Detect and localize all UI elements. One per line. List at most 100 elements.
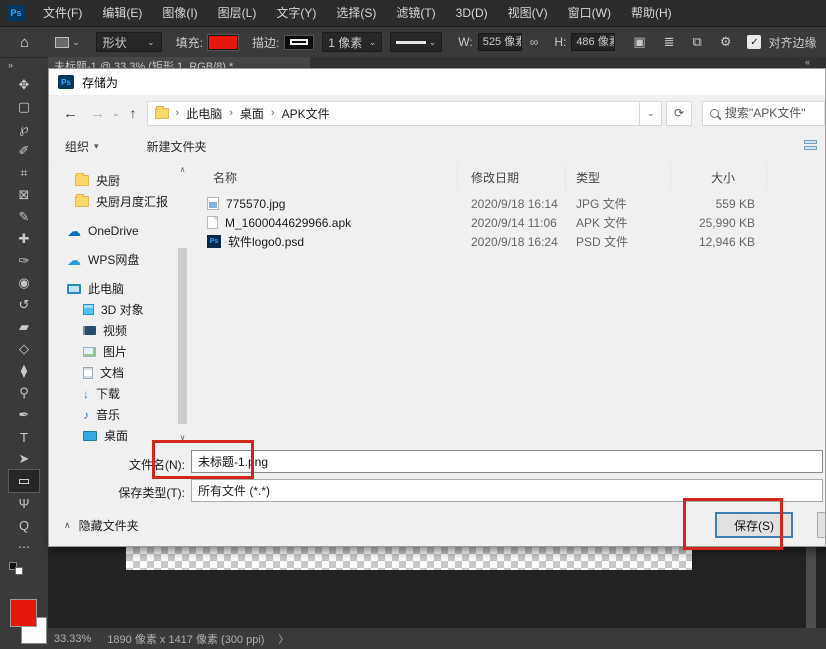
view-mode-icon[interactable]: [804, 140, 817, 152]
breadcrumb-desktop[interactable]: 桌面: [240, 105, 264, 122]
sidebar-item-yangchu[interactable]: 央厨: [49, 170, 177, 191]
cancel-button[interactable]: [817, 512, 826, 538]
status-expand-icon[interactable]: 〉: [278, 631, 288, 646]
menu-file[interactable]: 文件(F): [33, 0, 92, 27]
brush-tool[interactable]: ✑: [9, 250, 39, 272]
file-row[interactable]: 775570.jpg 2020/9/18 16:14 JPG 文件 559 KB: [188, 194, 825, 213]
document-tab[interactable]: 未标题-1 @ 33.3% (矩形 1, RGB/8) *: [48, 57, 310, 68]
stroke-width-input[interactable]: 1 像素 ⌄: [322, 32, 382, 52]
move-tool[interactable]: ✥: [9, 74, 39, 96]
menu-help[interactable]: 帮助(H): [621, 0, 682, 27]
default-background-icon: [15, 567, 23, 575]
filename-input[interactable]: [191, 450, 823, 473]
path-arrangement-icon[interactable]: ⧉: [693, 34, 702, 50]
menu-image[interactable]: 图像(I): [152, 0, 207, 27]
menu-window[interactable]: 窗口(W): [558, 0, 621, 27]
scrollbar-thumb[interactable]: [178, 248, 187, 424]
home-icon[interactable]: ⌂: [20, 34, 29, 51]
default-swatches-icon[interactable]: [9, 562, 23, 575]
path-selection-tool[interactable]: ➤: [9, 448, 39, 470]
quick-selection-tool[interactable]: ✐: [9, 140, 39, 162]
pen-tool[interactable]: ✒: [9, 404, 39, 426]
sidebar-item-this-pc[interactable]: 此电脑: [49, 278, 177, 299]
stroke-color-swatch[interactable]: [284, 35, 314, 50]
column-date[interactable]: 修改日期: [458, 164, 566, 190]
sidebar-item-wps[interactable]: ☁ WPS网盘: [49, 249, 177, 270]
crop-tool[interactable]: ⌗: [9, 162, 39, 184]
new-folder-button[interactable]: 新建文件夹: [147, 138, 207, 155]
dodge-tool[interactable]: ⚲: [9, 382, 39, 404]
sidebar-item-documents[interactable]: 文档: [49, 362, 177, 383]
zoom-level-field[interactable]: 33.33%: [54, 633, 91, 645]
hand-tool[interactable]: Ψ: [9, 492, 39, 514]
organize-button[interactable]: 组织 ▾: [65, 138, 99, 155]
zoom-tool[interactable]: Q: [9, 514, 39, 536]
address-bar[interactable]: › 此电脑 › 桌面 › APK文件: [147, 101, 641, 126]
search-input[interactable]: [725, 106, 811, 120]
sidebar-item-music[interactable]: ♪ 音乐: [49, 404, 177, 425]
file-row[interactable]: Ps 软件logo0.psd 2020/9/18 16:24 PSD 文件 12…: [188, 232, 825, 251]
menu-select[interactable]: 选择(S): [326, 0, 386, 27]
sidebar-item-yangchu-report[interactable]: 央厨月度汇报: [49, 191, 177, 212]
chevron-down-icon: ⌄: [429, 37, 437, 48]
frame-tool[interactable]: ⊠: [9, 184, 39, 206]
hide-folders-button[interactable]: ∧ 隐藏文件夹: [64, 517, 139, 534]
height-input[interactable]: 486 像素: [571, 33, 615, 51]
up-icon[interactable]: ↑: [130, 105, 137, 121]
menu-view[interactable]: 视图(V): [498, 0, 558, 27]
file-row[interactable]: M_1600044629966.apk 2020/9/14 11:06 APK …: [188, 213, 825, 232]
stroke-style-select[interactable]: ⌄: [390, 32, 442, 52]
gear-icon[interactable]: ⚙: [720, 34, 732, 50]
sidebar-scrollbar[interactable]: ∧ ∨: [177, 164, 188, 444]
lasso-tool[interactable]: ℘: [9, 118, 39, 140]
scroll-up-icon[interactable]: ∧: [177, 164, 188, 176]
rectangle-tool[interactable]: ▭: [9, 470, 39, 492]
refresh-icon[interactable]: ⟳: [666, 101, 692, 126]
path-operations-icon[interactable]: ▣: [633, 34, 645, 50]
column-size[interactable]: 大小: [671, 164, 767, 190]
menu-filter[interactable]: 滤镜(T): [386, 0, 445, 27]
foreground-color-swatch[interactable]: [10, 599, 37, 627]
tool-mode-select[interactable]: 形状 ⌄: [96, 32, 162, 52]
menu-type[interactable]: 文字(Y): [266, 0, 326, 27]
path-alignment-icon[interactable]: ≣: [664, 34, 675, 50]
sidebar-item-3d-objects[interactable]: 3D 对象: [49, 299, 177, 320]
edit-toolbar-icon[interactable]: ⋯: [18, 540, 30, 554]
width-label: W:: [458, 35, 472, 49]
forward-icon[interactable]: →: [90, 105, 105, 122]
tool-preset-picker[interactable]: ⌄: [55, 37, 80, 48]
search-box[interactable]: [702, 101, 825, 126]
menu-3d[interactable]: 3D(D): [446, 0, 498, 27]
annotation-filename-highlight: [152, 440, 254, 479]
clone-stamp-tool[interactable]: ◉: [9, 272, 39, 294]
eyedropper-tool[interactable]: ✎: [9, 206, 39, 228]
computer-icon: [67, 284, 81, 294]
width-input[interactable]: 525 像素: [478, 33, 522, 51]
recent-locations-icon[interactable]: ⌄: [112, 108, 120, 119]
address-dropdown-icon[interactable]: ⌄: [640, 101, 662, 126]
back-icon[interactable]: ←: [63, 105, 78, 122]
column-type[interactable]: 类型: [566, 164, 671, 190]
sidebar-item-videos[interactable]: 视频: [49, 320, 177, 341]
breadcrumb-apk-folder[interactable]: APK文件: [282, 105, 330, 122]
expand-toolbar-icon[interactable]: »: [8, 60, 12, 70]
sidebar-item-pictures[interactable]: 图片: [49, 341, 177, 362]
sidebar-item-onedrive[interactable]: ☁ OneDrive: [49, 220, 177, 241]
menu-edit[interactable]: 编辑(E): [92, 0, 152, 27]
marquee-tool[interactable]: ▢: [9, 96, 39, 118]
healing-brush-tool[interactable]: ✚: [9, 228, 39, 250]
sidebar-item-downloads[interactable]: ↓ 下载: [49, 383, 177, 404]
history-brush-tool[interactable]: ↺: [9, 294, 39, 316]
collapse-panels-icon[interactable]: «: [805, 57, 810, 67]
align-edges-checkbox[interactable]: ✓: [747, 35, 761, 49]
type-tool[interactable]: T: [9, 426, 39, 448]
breadcrumb-this-pc[interactable]: 此电脑: [186, 105, 222, 122]
eraser-tool[interactable]: ▰: [9, 316, 39, 338]
menu-layer[interactable]: 图层(L): [208, 0, 267, 27]
fill-color-swatch[interactable]: [208, 35, 238, 50]
organize-label: 组织: [65, 138, 89, 155]
link-dimensions-icon[interactable]: ∞: [530, 35, 539, 49]
column-name[interactable]: 名称 ˆ: [188, 164, 458, 190]
paint-bucket-tool[interactable]: ◇: [9, 338, 39, 360]
blur-tool[interactable]: ⧫: [9, 360, 39, 382]
